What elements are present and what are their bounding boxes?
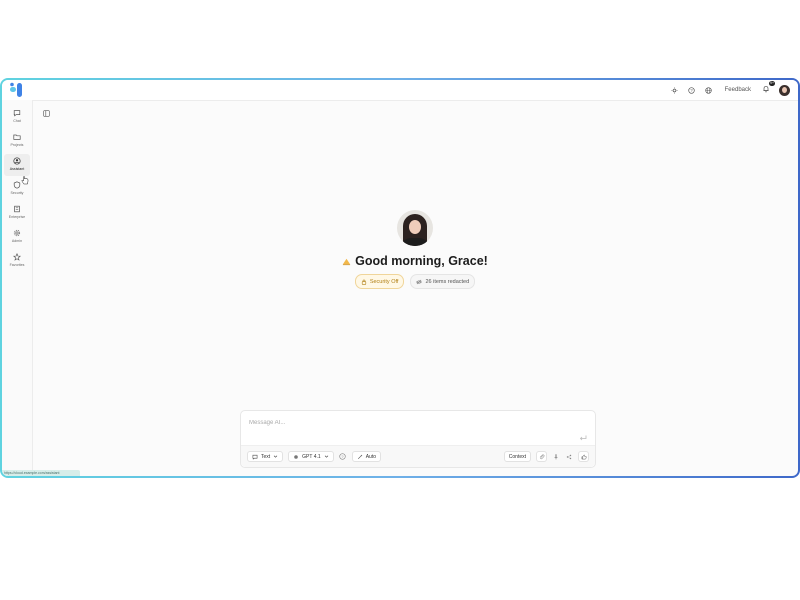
sidebar-item-favorites[interactable]: Favorites	[4, 250, 30, 272]
sidebar-item-projects[interactable]: Projects	[4, 130, 30, 152]
message-input[interactable]	[247, 419, 575, 427]
toggle-panel-button[interactable]	[41, 108, 51, 118]
microphone-button[interactable]	[552, 453, 560, 461]
enter-icon[interactable]	[579, 435, 587, 441]
sidebar-item-label: Security	[10, 191, 24, 195]
globe-icon[interactable]	[704, 85, 714, 95]
context-button[interactable]: Context	[503, 451, 531, 462]
gear-icon	[13, 229, 21, 237]
sidebar-item-label: Projects	[10, 143, 24, 147]
notification-badge: 9+	[769, 81, 775, 86]
sidebar-item-label: Favorites	[9, 263, 25, 267]
top-actions: ? Feedback 9+	[670, 80, 790, 100]
sidebar-item-enterprise[interactable]: Enterprise	[4, 202, 30, 224]
building-icon	[14, 205, 20, 213]
sun-toggle-icon[interactable]	[670, 85, 680, 95]
assistant-avatar	[397, 210, 433, 246]
context-label: Context	[508, 453, 526, 460]
welcome-section: Good morning, Grace! Security Off 26 ite…	[32, 210, 798, 289]
app-logo-icon[interactable]	[8, 82, 24, 98]
share-icon	[566, 454, 572, 459]
message-composer: Text GPT 4.1 ? Auto Context	[240, 410, 596, 468]
security-status-label: Security Off	[369, 278, 399, 285]
model-info-icon[interactable]: ?	[339, 453, 347, 461]
greeting-text: Good morning, Grace!	[355, 254, 488, 268]
sidebar-item-label: Assistant	[9, 167, 25, 171]
sidebar: Chat Projects Assistant Security Enterpr…	[2, 100, 33, 476]
chat-icon	[13, 110, 21, 117]
attach-button[interactable]	[536, 451, 547, 462]
app-window: ? Feedback 9+ Chat Projects Assistant Se…	[2, 80, 798, 476]
model-dropdown[interactable]: GPT 4.1	[288, 451, 334, 462]
model-label: GPT 4.1	[302, 453, 321, 460]
svg-text:?: ?	[342, 455, 344, 459]
sidebar-item-label: Chat	[13, 119, 21, 123]
greeting-heading: Good morning, Grace!	[32, 254, 798, 268]
send-button[interactable]	[578, 451, 589, 462]
composer-toolbar: Text GPT 4.1 ? Auto Context	[241, 445, 595, 467]
message-icon	[252, 454, 258, 460]
magic-wand-icon	[357, 454, 363, 459]
redacted-items-chip[interactable]: 26 items redacted	[410, 274, 476, 289]
redacted-items-label: 26 items redacted	[425, 278, 470, 285]
model-icon	[294, 454, 298, 459]
folder-icon	[13, 134, 21, 140]
sidebar-toggle-icon	[42, 109, 50, 117]
paperclip-icon	[539, 454, 544, 459]
share-button[interactable]	[565, 453, 573, 461]
svg-text:?: ?	[690, 87, 693, 92]
sidebar-item-assistant[interactable]: Assistant	[4, 154, 30, 176]
sidebar-item-chat[interactable]: Chat	[4, 106, 30, 128]
thumbs-up-icon	[581, 454, 587, 459]
status-chips: Security Off 26 items redacted	[32, 274, 798, 289]
mode-label: Text	[261, 453, 271, 460]
eye-off-icon	[416, 279, 423, 284]
assistant-icon	[13, 157, 21, 165]
microphone-icon	[554, 453, 558, 459]
user-avatar[interactable]	[779, 84, 790, 96]
star-icon	[13, 253, 21, 261]
feedback-link[interactable]: Feedback	[721, 87, 755, 93]
auto-mode-label: Auto	[365, 453, 376, 460]
app-window-frame: ? Feedback 9+ Chat Projects Assistant Se…	[0, 78, 800, 478]
sun-icon	[343, 258, 351, 265]
hand-cursor-icon	[21, 176, 29, 185]
status-bar-url: https://cloud.example.com/assistant	[2, 470, 80, 476]
top-bar: ? Feedback 9+	[2, 80, 798, 101]
lock-icon	[361, 279, 366, 285]
notifications-button[interactable]: 9+	[762, 81, 775, 95]
auto-mode-button[interactable]: Auto	[351, 451, 381, 462]
bell-icon	[763, 86, 769, 93]
sidebar-item-label: Enterprise	[8, 215, 26, 219]
chevron-down-icon	[273, 455, 278, 458]
sidebar-item-label: Admin	[11, 239, 23, 243]
help-icon[interactable]: ?	[687, 85, 697, 95]
shield-icon	[13, 181, 21, 189]
chevron-down-icon	[324, 455, 328, 458]
mode-dropdown[interactable]: Text	[247, 451, 284, 462]
security-status-chip[interactable]: Security Off	[354, 274, 405, 289]
sidebar-item-admin[interactable]: Admin	[4, 226, 30, 248]
